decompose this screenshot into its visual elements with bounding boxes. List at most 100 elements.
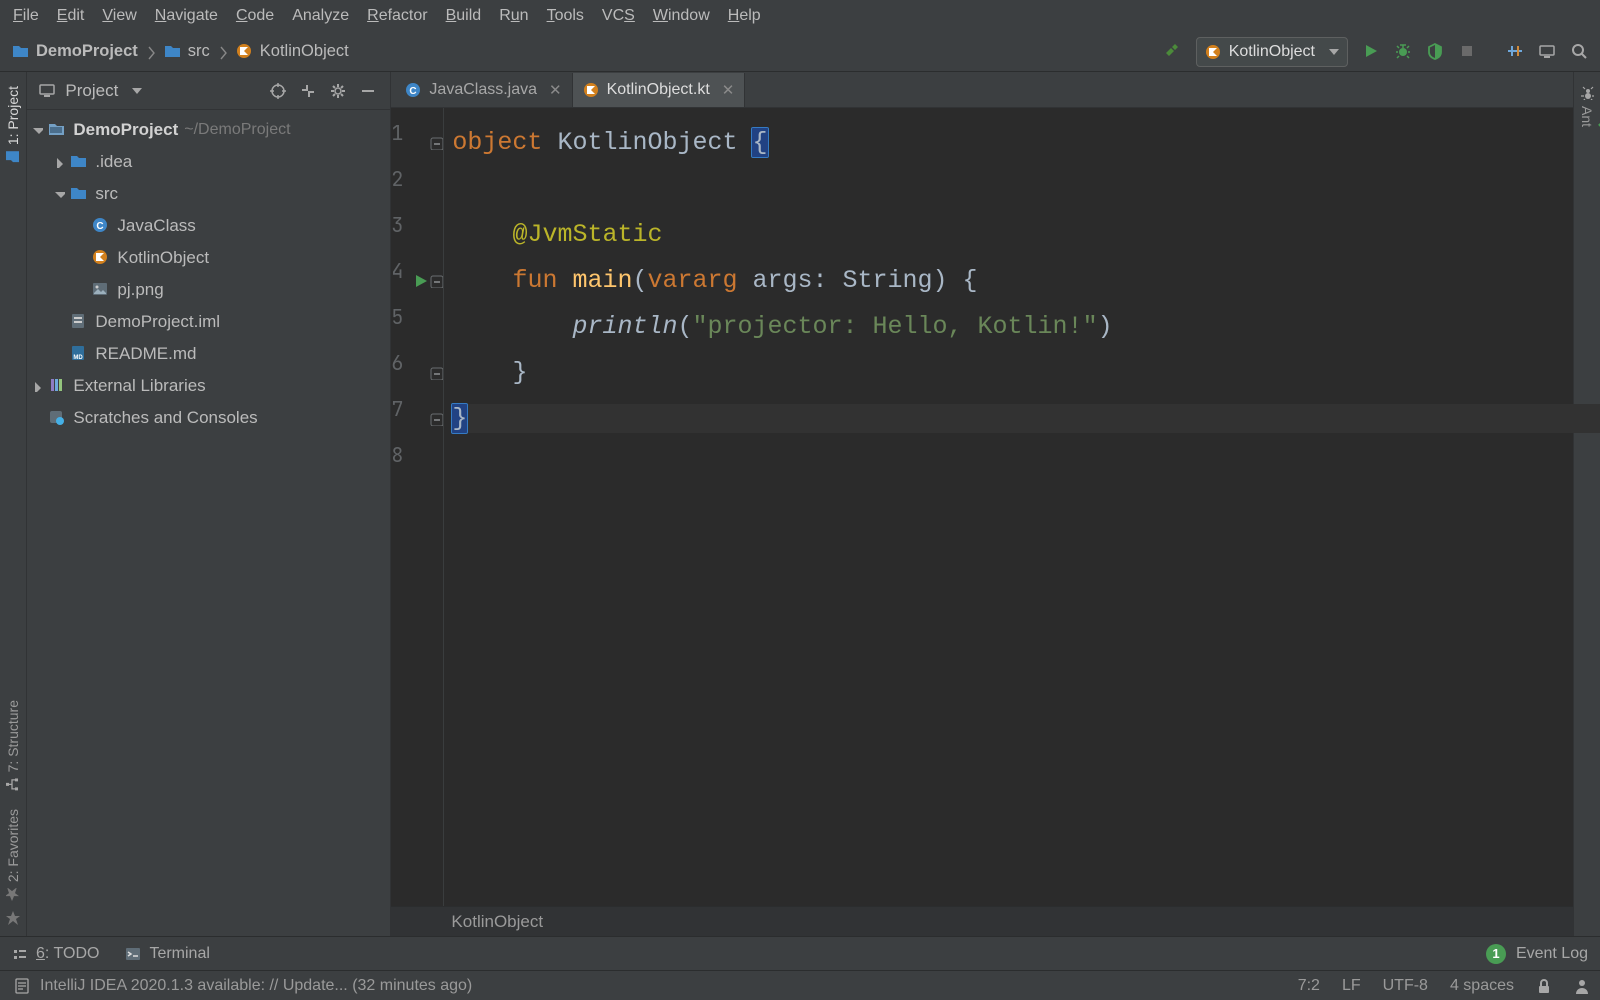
- breadcrumb-folder[interactable]: src: [160, 40, 214, 63]
- kotlin-icon: [583, 82, 599, 98]
- event-count-badge: 1: [1486, 944, 1506, 964]
- image-icon: [91, 281, 111, 299]
- md-icon: [69, 345, 89, 363]
- settings-button[interactable]: [324, 77, 352, 105]
- tree-row[interactable]: Scratches and Consoles: [27, 402, 390, 434]
- menu-vcs[interactable]: VCS: [593, 0, 644, 32]
- menu-code[interactable]: Code: [227, 0, 283, 32]
- tree-row[interactable]: .idea: [27, 146, 390, 178]
- menu-analyze[interactable]: Analyze: [283, 0, 358, 32]
- stop-button[interactable]: [1454, 38, 1482, 66]
- tool-project-tab[interactable]: 1: Project: [5, 78, 21, 173]
- run-gutter: [413, 108, 429, 906]
- status-message[interactable]: IntelliJ IDEA 2020.1.3 available: // Upd…: [40, 977, 472, 995]
- kotlin-icon: [91, 249, 111, 267]
- tree-row[interactable]: JavaClass: [27, 210, 390, 242]
- tree-row[interactable]: KotlinObject: [27, 242, 390, 274]
- tree-hint: ~/DemoProject: [184, 121, 290, 139]
- menu-edit[interactable]: Edit: [48, 0, 94, 32]
- event-log-button[interactable]: 1 Event Log: [1486, 944, 1588, 964]
- coverage-button[interactable]: [1422, 38, 1450, 66]
- debug-button[interactable]: [1390, 38, 1418, 66]
- editor-breadcrumb[interactable]: KotlinObject: [391, 906, 1572, 936]
- menu-file[interactable]: File: [4, 0, 48, 32]
- tree-row[interactable]: src: [27, 178, 390, 210]
- menu-run[interactable]: Run: [490, 0, 537, 32]
- project-view-icon: [39, 82, 57, 100]
- menu-window[interactable]: Window: [644, 0, 719, 32]
- editor-tab[interactable]: KotlinObject.kt✕: [573, 73, 746, 107]
- git-button[interactable]: [1502, 38, 1530, 66]
- tree-row[interactable]: DemoProject.iml: [27, 306, 390, 338]
- menu-tools[interactable]: Tools: [538, 0, 593, 32]
- chevron-down-icon: [1329, 49, 1339, 55]
- tree-row[interactable]: External Libraries: [27, 370, 390, 402]
- star-icon: [5, 910, 21, 926]
- fold-icon[interactable]: [429, 120, 443, 166]
- chevron-right-icon: [218, 43, 228, 61]
- navigation-bar: DemoProject src KotlinObject KotlinObjec…: [0, 32, 1600, 72]
- breadcrumb-file-label: KotlinObject: [260, 42, 349, 61]
- libs-icon: [47, 377, 67, 395]
- project-tree[interactable]: DemoProject ~/DemoProject .ideasrcJavaClas…: [27, 110, 390, 936]
- iml-icon: [69, 313, 89, 331]
- run-line-icon[interactable]: [413, 258, 429, 304]
- search-everywhere-button[interactable]: [1566, 38, 1594, 66]
- expand-icon[interactable]: [49, 188, 69, 200]
- editor-tab[interactable]: JavaClass.java✕: [395, 73, 572, 107]
- tool-structure-tab[interactable]: 7: Structure: [5, 692, 21, 800]
- tree-label: DemoProject: [73, 120, 178, 140]
- fold-icon[interactable]: [429, 350, 443, 396]
- menu-view[interactable]: View: [93, 0, 145, 32]
- expand-all-button[interactable]: [294, 77, 322, 105]
- tool-favorites-tab[interactable]: 2: Favorites: [5, 801, 21, 910]
- breadcrumb-project[interactable]: DemoProject: [8, 40, 142, 63]
- tree-label: Scratches and Consoles: [73, 408, 257, 428]
- toolbar: KotlinObject: [1158, 32, 1594, 71]
- run-config-selector[interactable]: KotlinObject: [1196, 37, 1348, 67]
- fold-icon[interactable]: [429, 396, 443, 442]
- workspace: 1: Project 7: Structure 2: Favorites Pro…: [0, 72, 1600, 936]
- menu-help[interactable]: Help: [719, 0, 770, 32]
- menu-build[interactable]: Build: [437, 0, 491, 32]
- close-icon[interactable]: ✕: [722, 81, 735, 99]
- notification-icon[interactable]: [14, 978, 30, 994]
- caret-position[interactable]: 7:2: [1298, 977, 1320, 995]
- breadcrumb-project-label: DemoProject: [36, 42, 138, 61]
- breadcrumb-file[interactable]: KotlinObject: [232, 40, 353, 63]
- run-button[interactable]: [1358, 38, 1386, 66]
- editor-tabs: JavaClass.java✕KotlinObject.kt✕: [391, 72, 1572, 108]
- tree-row[interactable]: README.md: [27, 338, 390, 370]
- tree-row[interactable]: DemoProject ~/DemoProject: [27, 114, 390, 146]
- menu-refactor[interactable]: Refactor: [358, 0, 436, 32]
- line-separator[interactable]: LF: [1342, 977, 1361, 995]
- select-opened-file-button[interactable]: [264, 77, 292, 105]
- tree-row[interactable]: pj.png: [27, 274, 390, 306]
- memory-indicator[interactable]: [1574, 978, 1590, 994]
- fold-icon[interactable]: [429, 258, 443, 304]
- fold-gutter: [429, 108, 444, 906]
- hide-panel-button[interactable]: [354, 77, 382, 105]
- ide-root: File Edit View Navigate Code Analyze Ref…: [0, 0, 1600, 1000]
- indent-setting[interactable]: 4 spaces: [1450, 977, 1514, 995]
- tree-label: README.md: [95, 344, 196, 364]
- presentation-button[interactable]: [1534, 38, 1562, 66]
- close-icon[interactable]: ✕: [549, 81, 562, 99]
- expand-icon[interactable]: [27, 124, 47, 136]
- tool-terminal-tab[interactable]: Terminal: [125, 945, 209, 963]
- project-panel-title: Project: [65, 81, 118, 101]
- editor-body: 12345678 object KotlinObject { @JvmStati…: [391, 108, 1572, 906]
- expand-icon[interactable]: [49, 156, 69, 168]
- chevron-down-icon[interactable]: [132, 88, 142, 94]
- readonly-toggle[interactable]: [1536, 978, 1552, 994]
- breadcrumb: DemoProject src KotlinObject: [8, 40, 353, 63]
- tree-label: DemoProject.iml: [95, 312, 220, 332]
- left-tool-gutter: 1: Project 7: Structure 2: Favorites: [0, 72, 27, 936]
- code-area[interactable]: object KotlinObject { @JvmStatic fun mai…: [444, 108, 1600, 906]
- project-icon: [47, 121, 67, 139]
- tool-todo-tab[interactable]: 6: TODO: [12, 945, 99, 963]
- expand-icon[interactable]: [27, 380, 47, 392]
- file-encoding[interactable]: UTF-8: [1383, 977, 1428, 995]
- build-button[interactable]: [1158, 38, 1186, 66]
- menu-navigate[interactable]: Navigate: [146, 0, 227, 32]
